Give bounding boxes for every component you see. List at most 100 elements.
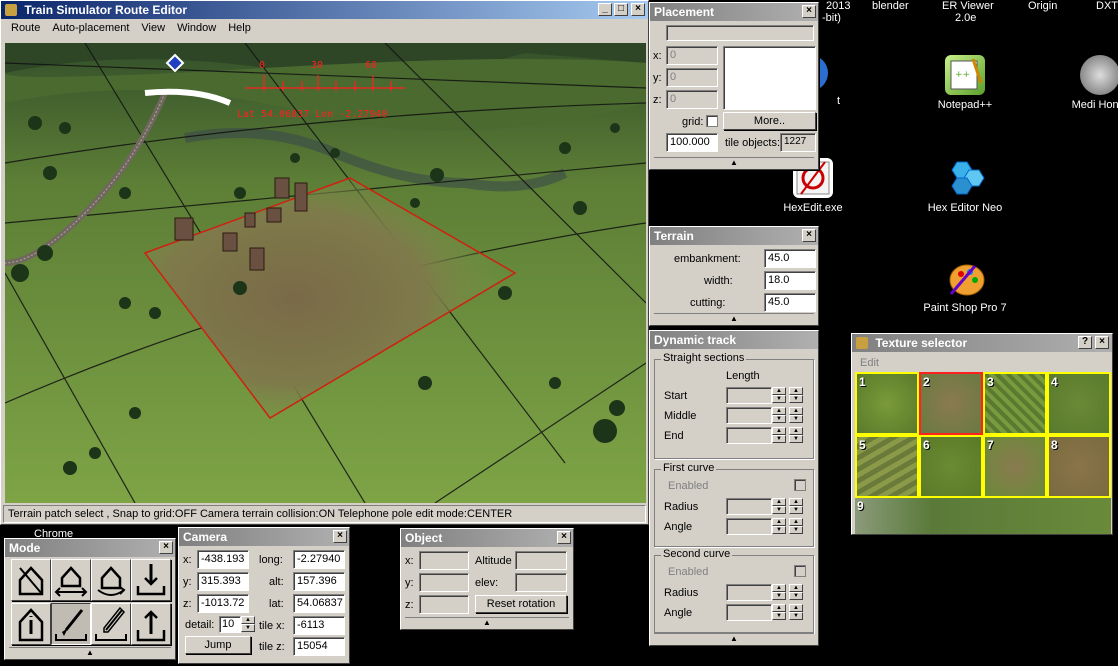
- detail-spin-up[interactable]: ▲: [241, 616, 255, 624]
- mode-terrain-raise-button[interactable]: [131, 603, 171, 645]
- 3d-viewport[interactable]: 0 30 60 Lat 54.06837 Lon -2.27940: [5, 43, 646, 503]
- second-angle-spin2-down[interactable]: ▼: [789, 612, 803, 620]
- end-spin2-up[interactable]: ▲: [789, 427, 803, 435]
- desktop-label-origin[interactable]: Origin: [1028, 0, 1057, 12]
- menu-auto-placement[interactable]: Auto-placement: [46, 22, 135, 38]
- mode-delete-object-button[interactable]: [11, 559, 51, 601]
- end-spin-down[interactable]: ▼: [772, 435, 786, 443]
- first-angle-spin2-down[interactable]: ▼: [789, 526, 803, 534]
- texture-menu-edit[interactable]: Edit: [860, 357, 879, 369]
- width-field[interactable]: 18.0: [764, 271, 816, 290]
- start-spin-up[interactable]: ▲: [772, 387, 786, 395]
- texture-tile-7[interactable]: 7: [983, 435, 1047, 498]
- mode-rotate-button[interactable]: [91, 559, 131, 601]
- camera-long-field[interactable]: -2.27940: [293, 550, 345, 569]
- dynamic-track-titlebar[interactable]: Dynamic track: [650, 331, 818, 349]
- close-button[interactable]: ×: [631, 3, 645, 16]
- camera-alt-field[interactable]: 157.396: [293, 572, 345, 591]
- camera-tilex-field[interactable]: -6113: [293, 616, 345, 635]
- camera-close-button[interactable]: ×: [333, 530, 347, 543]
- texture-tile-1[interactable]: 1: [855, 372, 919, 435]
- second-radius-spin-down[interactable]: ▼: [772, 592, 786, 600]
- texture-tile-9[interactable]: 9: [855, 498, 1111, 534]
- texture-tile-4[interactable]: 4: [1047, 372, 1111, 435]
- texture-tile-8[interactable]: 8: [1047, 435, 1111, 498]
- texture-tile-3[interactable]: 3: [983, 372, 1047, 435]
- desktop-label-er-viewer[interactable]: ER Viewer: [942, 0, 994, 12]
- second-curve-enabled-checkbox[interactable]: [794, 565, 806, 577]
- desktop-label-blender[interactable]: blender: [872, 0, 909, 12]
- camera-tilez-field[interactable]: 15054: [293, 637, 345, 656]
- mode-titlebar[interactable]: Mode ×: [5, 539, 175, 557]
- mode-raise-lower-button[interactable]: [131, 559, 171, 601]
- maximize-button[interactable]: □: [614, 3, 628, 16]
- desktop-icon-notepad[interactable]: ++ Notepad++: [920, 55, 1010, 112]
- minimize-button[interactable]: _: [598, 3, 612, 16]
- desktop-icon-paint-shop-pro[interactable]: Paint Shop Pro 7: [920, 258, 1010, 315]
- first-angle-spin2-up[interactable]: ▲: [789, 518, 803, 526]
- end-spin-up[interactable]: ▲: [772, 427, 786, 435]
- placement-scale-field[interactable]: 100.000: [666, 133, 718, 152]
- texture-tile-5[interactable]: 5: [855, 435, 919, 498]
- object-close-button[interactable]: ×: [557, 531, 571, 544]
- mode-place-object-button[interactable]: [11, 603, 51, 645]
- desktop-icon-medal-of-honor[interactable]: Medi Honor: [1070, 55, 1118, 112]
- middle-spin-up[interactable]: ▲: [772, 407, 786, 415]
- first-radius-spin2-up[interactable]: ▲: [789, 498, 803, 506]
- texture-help-button[interactable]: ?: [1078, 336, 1092, 349]
- first-radius-spin-up[interactable]: ▲: [772, 498, 786, 506]
- mode-close-button[interactable]: ×: [159, 541, 173, 554]
- first-angle-spin-down[interactable]: ▼: [772, 526, 786, 534]
- more-button[interactable]: More..: [723, 112, 816, 130]
- start-spin2-up[interactable]: ▲: [789, 387, 803, 395]
- first-curve-enabled-checkbox[interactable]: [794, 479, 806, 491]
- mode-terrain-edit-button[interactable]: [91, 603, 131, 645]
- menu-window[interactable]: Window: [171, 22, 222, 38]
- first-radius-spin2-down[interactable]: ▼: [789, 506, 803, 514]
- terrain-close-button[interactable]: ×: [802, 229, 816, 242]
- dynamic-track-collapse-arrow[interactable]: ▲: [654, 633, 814, 643]
- object-titlebar[interactable]: Object ×: [401, 529, 573, 547]
- reset-rotation-button[interactable]: Reset rotation: [475, 595, 567, 613]
- mode-collapse-arrow[interactable]: ▲: [9, 647, 171, 657]
- middle-spin2-down[interactable]: ▼: [789, 415, 803, 423]
- menu-help[interactable]: Help: [222, 22, 257, 38]
- start-spin2-down[interactable]: ▼: [789, 395, 803, 403]
- middle-spin-down[interactable]: ▼: [772, 415, 786, 423]
- end-spin2-down[interactable]: ▼: [789, 435, 803, 443]
- route-editor-titlebar[interactable]: Train Simulator Route Editor _ □ ×: [1, 1, 648, 19]
- start-spin-down[interactable]: ▼: [772, 395, 786, 403]
- second-radius-spin2-down[interactable]: ▼: [789, 592, 803, 600]
- second-radius-spin-up[interactable]: ▲: [772, 584, 786, 592]
- menu-view[interactable]: View: [135, 22, 171, 38]
- camera-titlebar[interactable]: Camera ×: [179, 528, 349, 546]
- placement-titlebar[interactable]: Placement ×: [650, 3, 818, 21]
- jump-button[interactable]: Jump: [185, 636, 251, 654]
- second-angle-spin-down[interactable]: ▼: [772, 612, 786, 620]
- second-angle-spin2-up[interactable]: ▲: [789, 604, 803, 612]
- texture-tile-2[interactable]: 2: [919, 372, 983, 435]
- embankment-field[interactable]: 45.0: [764, 249, 816, 268]
- placement-collapse-arrow[interactable]: ▲: [654, 157, 814, 167]
- camera-z-field[interactable]: -1013.72: [197, 594, 249, 613]
- camera-x-field[interactable]: -438.193: [197, 550, 249, 569]
- placement-close-button[interactable]: ×: [802, 5, 816, 18]
- texture-selector-titlebar[interactable]: Texture selector ? ×: [852, 334, 1112, 352]
- detail-spin-down[interactable]: ▼: [241, 624, 255, 632]
- cutting-field[interactable]: 45.0: [764, 293, 816, 312]
- first-angle-spin-up[interactable]: ▲: [772, 518, 786, 526]
- grid-checkbox[interactable]: [706, 115, 718, 127]
- camera-y-field[interactable]: 315.393: [197, 572, 249, 591]
- second-radius-spin2-up[interactable]: ▲: [789, 584, 803, 592]
- object-collapse-arrow[interactable]: ▲: [405, 617, 569, 627]
- second-angle-spin-up[interactable]: ▲: [772, 604, 786, 612]
- terrain-titlebar[interactable]: Terrain ×: [650, 227, 818, 245]
- texture-close-button[interactable]: ×: [1095, 336, 1109, 349]
- mode-terrain-paint-button[interactable]: [51, 603, 91, 645]
- texture-tile-6[interactable]: 6: [919, 435, 983, 498]
- camera-detail-field[interactable]: 10: [219, 616, 241, 633]
- desktop-label-dxt[interactable]: DXT: [1096, 0, 1118, 12]
- desktop-icon-hex-editor-neo[interactable]: Hex Editor Neo: [920, 158, 1010, 215]
- mode-move-button[interactable]: [51, 559, 91, 601]
- first-radius-spin-down[interactable]: ▼: [772, 506, 786, 514]
